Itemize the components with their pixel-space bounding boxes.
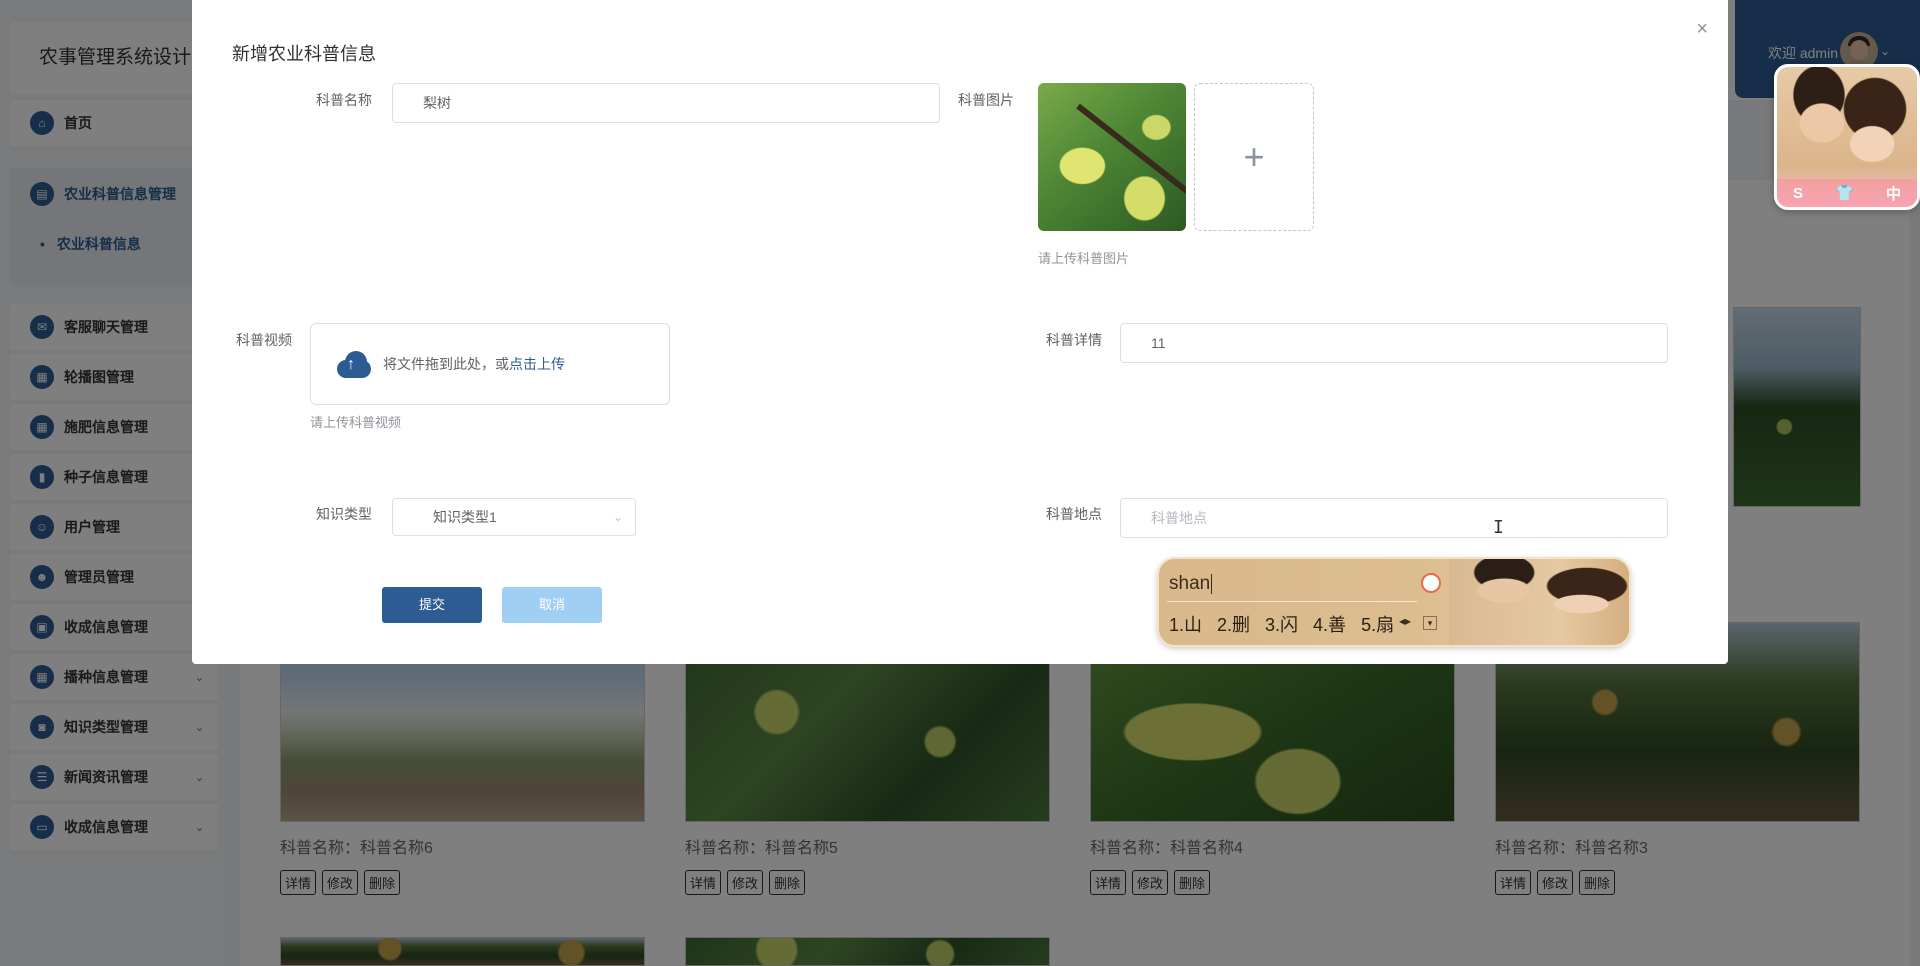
skin-shirt-icon[interactable]: 👕 xyxy=(1835,184,1854,202)
close-icon[interactable]: × xyxy=(1696,18,1708,41)
ime-expand-icon[interactable]: ▾ xyxy=(1423,616,1437,630)
ime-logo-icon[interactable] xyxy=(1421,573,1441,593)
place-label: 科普地点 xyxy=(1046,506,1102,522)
skin-toolbar: S 👕 中 xyxy=(1777,179,1917,207)
uploaded-image-thumbnail[interactable] xyxy=(1038,83,1186,231)
detail-input[interactable]: 11 xyxy=(1120,323,1668,363)
place-input[interactable]: 科普地点 xyxy=(1120,498,1668,538)
dialog-title: 新增农业科普信息 xyxy=(232,44,376,64)
ime-candidates: 1.山 2.删 3.闪 4.善 5.扇 xyxy=(1169,611,1394,637)
video-upload-dropzone[interactable]: ↑ 将文件拖到此处，或 点击上传 xyxy=(310,323,670,405)
name-label: 科普名称 xyxy=(316,92,372,108)
cancel-button[interactable]: 取消 xyxy=(502,587,602,623)
ime-pinyin-input: shan xyxy=(1169,573,1211,594)
ime-page-arrows-icon[interactable]: ◂▸ xyxy=(1399,614,1411,628)
chevron-down-icon: ⌄ xyxy=(612,510,623,524)
ime-skin-image xyxy=(1449,559,1629,645)
image-label: 科普图片 xyxy=(958,92,1014,108)
video-label: 科普视频 xyxy=(236,332,292,348)
text-cursor-icon: I xyxy=(1493,517,1504,538)
name-input[interactable]: 梨树 xyxy=(392,83,940,123)
ime-candidate[interactable]: 1.山 xyxy=(1169,611,1202,637)
knowledge-type-select[interactable]: 知识类型1 ⌄ xyxy=(392,498,636,536)
video-hint: 请上传科普视频 xyxy=(310,415,402,430)
sogou-icon[interactable]: S xyxy=(1793,185,1803,202)
ime-divider xyxy=(1167,601,1417,602)
ime-candidate-window: shan 1.山 2.删 3.闪 4.善 5.扇 ◂▸ ▾ xyxy=(1157,557,1631,647)
click-upload-link[interactable]: 点击上传 xyxy=(509,354,565,374)
ime-candidate[interactable]: 4.善 xyxy=(1313,611,1346,637)
type-label: 知识类型 xyxy=(316,506,372,522)
ime-skin-widget[interactable]: S 👕 中 xyxy=(1774,64,1920,210)
ime-candidate[interactable]: 3.闪 xyxy=(1265,611,1298,637)
dropzone-text: 将文件拖到此处，或 xyxy=(383,356,509,372)
ime-candidate[interactable]: 5.扇 xyxy=(1361,611,1394,637)
plus-icon[interactable]: + xyxy=(1194,83,1314,231)
submit-button[interactable]: 提交 xyxy=(382,587,482,623)
image-hint: 请上传科普图片 xyxy=(1038,251,1130,266)
upload-cloud-icon: ↑ xyxy=(333,348,375,380)
select-value: 知识类型1 xyxy=(433,509,497,525)
detail-label: 科普详情 xyxy=(1046,332,1102,348)
ime-candidate[interactable]: 2.删 xyxy=(1217,611,1250,637)
language-toggle-icon[interactable]: 中 xyxy=(1886,183,1901,204)
